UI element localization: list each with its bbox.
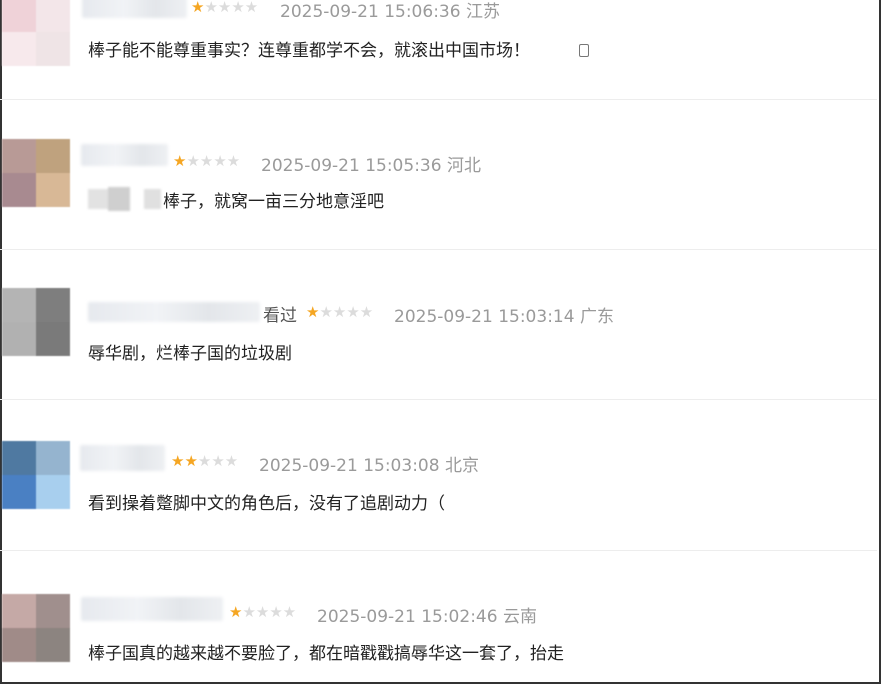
comment-item: ★★★★★ 2025-09-21 15:03:08 北京 看到操着蹩脚中文的角色… <box>0 399 877 551</box>
avatar-pixel <box>2 0 36 32</box>
avatar-pixel <box>2 322 36 356</box>
rating-stars: ★★★★★ <box>229 603 297 621</box>
avatar-pixel <box>2 441 36 475</box>
phone-icon <box>579 44 589 57</box>
comment-location: 北京 <box>444 456 479 476</box>
avatar-pixel <box>36 475 70 509</box>
avatar-pixel <box>36 322 70 356</box>
avatar-pixel <box>36 32 70 66</box>
avatar-pixel <box>36 628 70 662</box>
comment-datetime: 2025-09-21 15:06:36 <box>280 2 461 22</box>
avatar-pixel <box>2 628 36 662</box>
comment-datetime: 2025-09-21 15:03:08 <box>259 456 440 476</box>
comment-time: 2025-09-21 15:03:08 北京 <box>259 451 479 476</box>
comment-item: 看过 ★★★★★ 2025-09-21 15:03:14 广东 辱华剧，烂棒子国… <box>0 249 877 400</box>
comment-item: ★★★★★ 2025-09-21 15:05:36 河北 棒子，就窝一亩三分地意… <box>0 99 877 250</box>
comment-item: ★★★★★ 2025-09-21 15:06:36 江苏 棒子能不能尊重事实？连… <box>0 0 877 100</box>
avatar-pixel <box>2 475 36 509</box>
comment-time: 2025-09-21 15:06:36 江苏 <box>280 0 500 22</box>
rating-stars: ★★★★★ <box>306 303 374 321</box>
comment-time: 2025-09-21 15:05:36 河北 <box>261 151 481 176</box>
avatar-pixel <box>36 139 70 173</box>
avatar-pixel <box>2 288 36 322</box>
avatar-pixel <box>36 594 70 628</box>
avatar-pixel <box>36 0 70 32</box>
comment-text: 看到操着蹩脚中文的角色后，没有了追剧动力（ <box>88 494 445 514</box>
comment-time: 2025-09-21 15:02:46 云南 <box>317 602 537 627</box>
comment-datetime: 2025-09-21 15:03:14 <box>394 307 575 327</box>
comment-text: 棒子能不能尊重事实？连尊重都学不会，就滚出中国市场！ <box>88 41 530 61</box>
avatar[interactable] <box>2 0 70 66</box>
username-redacted[interactable] <box>88 302 260 322</box>
comment-datetime: 2025-09-21 15:02:46 <box>317 607 498 627</box>
redacted-mention <box>88 187 163 211</box>
comment-location: 河北 <box>446 156 481 176</box>
username-redacted[interactable] <box>81 597 223 621</box>
username-redacted[interactable] <box>80 445 165 471</box>
avatar-pixel <box>2 139 36 173</box>
comment-location: 广东 <box>579 307 614 327</box>
rating-stars: ★★★★★ <box>191 0 259 16</box>
comment-datetime: 2025-09-21 15:05:36 <box>261 156 442 176</box>
comment-text: 棒子，就窝一亩三分地意淫吧 <box>163 192 384 212</box>
comment-location: 云南 <box>502 607 537 627</box>
comment-time: 2025-09-21 15:03:14 广东 <box>394 302 614 327</box>
rating-stars: ★★★★★ <box>173 152 241 170</box>
seen-label: 看过 <box>263 306 297 326</box>
comment-text: 棒子国真的越来越不要脸了，都在暗戳戳搞辱华这一套了，抬走 <box>88 644 564 664</box>
username-redacted[interactable] <box>81 144 168 166</box>
avatar[interactable] <box>2 441 70 509</box>
rating-stars: ★★★★★ <box>171 452 239 470</box>
comment-location: 江苏 <box>465 2 500 22</box>
avatar-pixel <box>36 441 70 475</box>
comment-item: ★★★★★ 2025-09-21 15:02:46 云南 棒子国真的越来越不要脸… <box>0 550 877 684</box>
avatar[interactable] <box>2 288 70 356</box>
avatar-pixel <box>36 173 70 207</box>
avatar-pixel <box>2 32 36 66</box>
username-redacted[interactable] <box>82 0 187 18</box>
avatar-pixel <box>2 594 36 628</box>
avatar[interactable] <box>2 594 70 662</box>
comment-text: 辱华剧，烂棒子国的垃圾剧 <box>88 344 292 364</box>
avatar-pixel <box>2 173 36 207</box>
avatar[interactable] <box>2 139 70 207</box>
avatar-pixel <box>36 288 70 322</box>
